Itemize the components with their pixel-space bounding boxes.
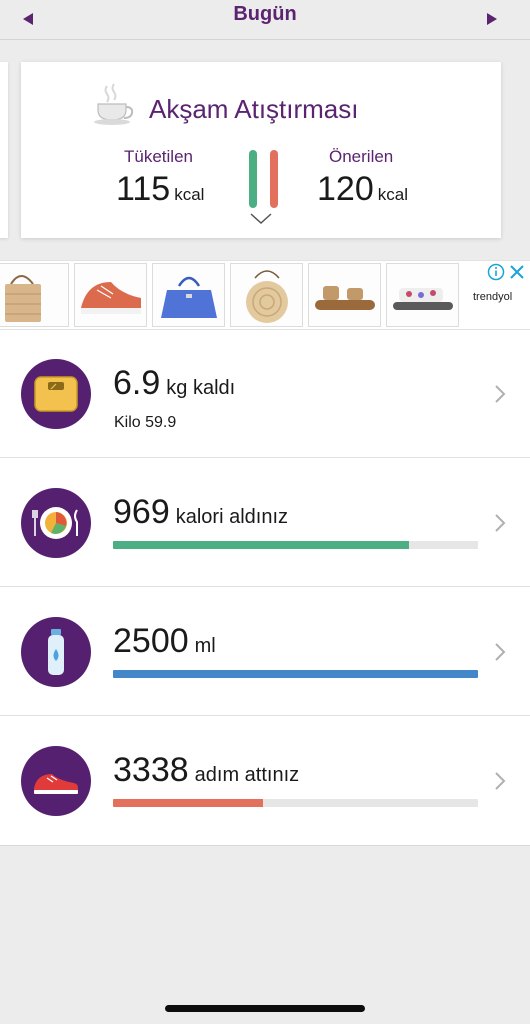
ad-product-straw-bag[interactable] (0, 263, 69, 327)
ad-product-brown-sandal[interactable] (308, 263, 381, 327)
ad-product-round-rattan-bag[interactable] (230, 263, 303, 327)
home-indicator[interactable] (165, 1005, 365, 1012)
meal-summary-card[interactable]: Akşam Atıştırması Tüketilen 115 kcal Öner… (21, 62, 501, 238)
steps-row[interactable]: 3338 adım attınız (0, 717, 530, 845)
chevron-right-icon (495, 385, 506, 403)
date-navigation-bar: Bugün (0, 0, 530, 40)
ad-close-icon[interactable] (508, 263, 526, 281)
current-weight: Kilo 59.9 (114, 414, 177, 431)
calories-row[interactable]: 969 kalori aldınız (0, 459, 530, 587)
recommended-label: Önerilen (329, 147, 394, 166)
water-progress-fill (113, 670, 478, 678)
consumed-value: 115 kcal (116, 170, 205, 208)
chevron-right-icon (495, 772, 506, 790)
previous-meal-card-peek[interactable] (0, 62, 8, 238)
date-title: Bugün (233, 3, 297, 25)
consumed-unit: kcal (174, 185, 205, 204)
consumed-bar (249, 150, 257, 208)
ad-product-blue-handbag[interactable] (152, 263, 225, 327)
triangle-right-icon (487, 13, 497, 25)
chevron-right-icon (495, 514, 506, 532)
water-amount: 2500 ml (113, 622, 216, 660)
plate-icon (21, 488, 91, 558)
steps-count: 3338 adım attınız (113, 751, 300, 789)
ad-product-floral-sandal[interactable] (386, 263, 459, 327)
ad-brand-label: trendyol (473, 291, 513, 303)
calories-taken: 969 kalori aldınız (113, 493, 289, 531)
recommended-unit: kcal (377, 185, 408, 204)
steps-progress-bar (113, 799, 478, 807)
ad-info-icon[interactable] (487, 263, 505, 281)
daily-summary-list: 6.9 kg kaldı Kilo 59.9 969 kalori aldınız … (0, 330, 530, 846)
ad-product-orange-sneaker[interactable] (74, 263, 147, 327)
next-day-button[interactable] (480, 7, 504, 31)
water-bottle-icon (21, 617, 91, 687)
teacup-icon (94, 83, 134, 125)
calories-progress-bar (113, 541, 478, 549)
scale-icon (21, 359, 91, 429)
weight-row[interactable]: 6.9 kg kaldı Kilo 59.9 (0, 330, 530, 458)
sneaker-icon (21, 746, 91, 816)
steps-progress-fill (113, 799, 263, 807)
ad-banner[interactable]: trendyol (0, 260, 530, 330)
recommended-bar (270, 150, 278, 208)
calories-progress-fill (113, 541, 409, 549)
meal-title: Akşam Atıştırması (149, 94, 359, 124)
chevron-down-icon[interactable] (249, 212, 273, 226)
water-row[interactable]: 2500 ml (0, 588, 530, 716)
water-progress-bar (113, 670, 478, 678)
chevron-right-icon (495, 643, 506, 661)
recommended-value: 120 kcal (317, 170, 408, 208)
weight-remaining: 6.9 kg kaldı (113, 364, 236, 402)
consumed-label: Tüketilen (124, 147, 193, 166)
